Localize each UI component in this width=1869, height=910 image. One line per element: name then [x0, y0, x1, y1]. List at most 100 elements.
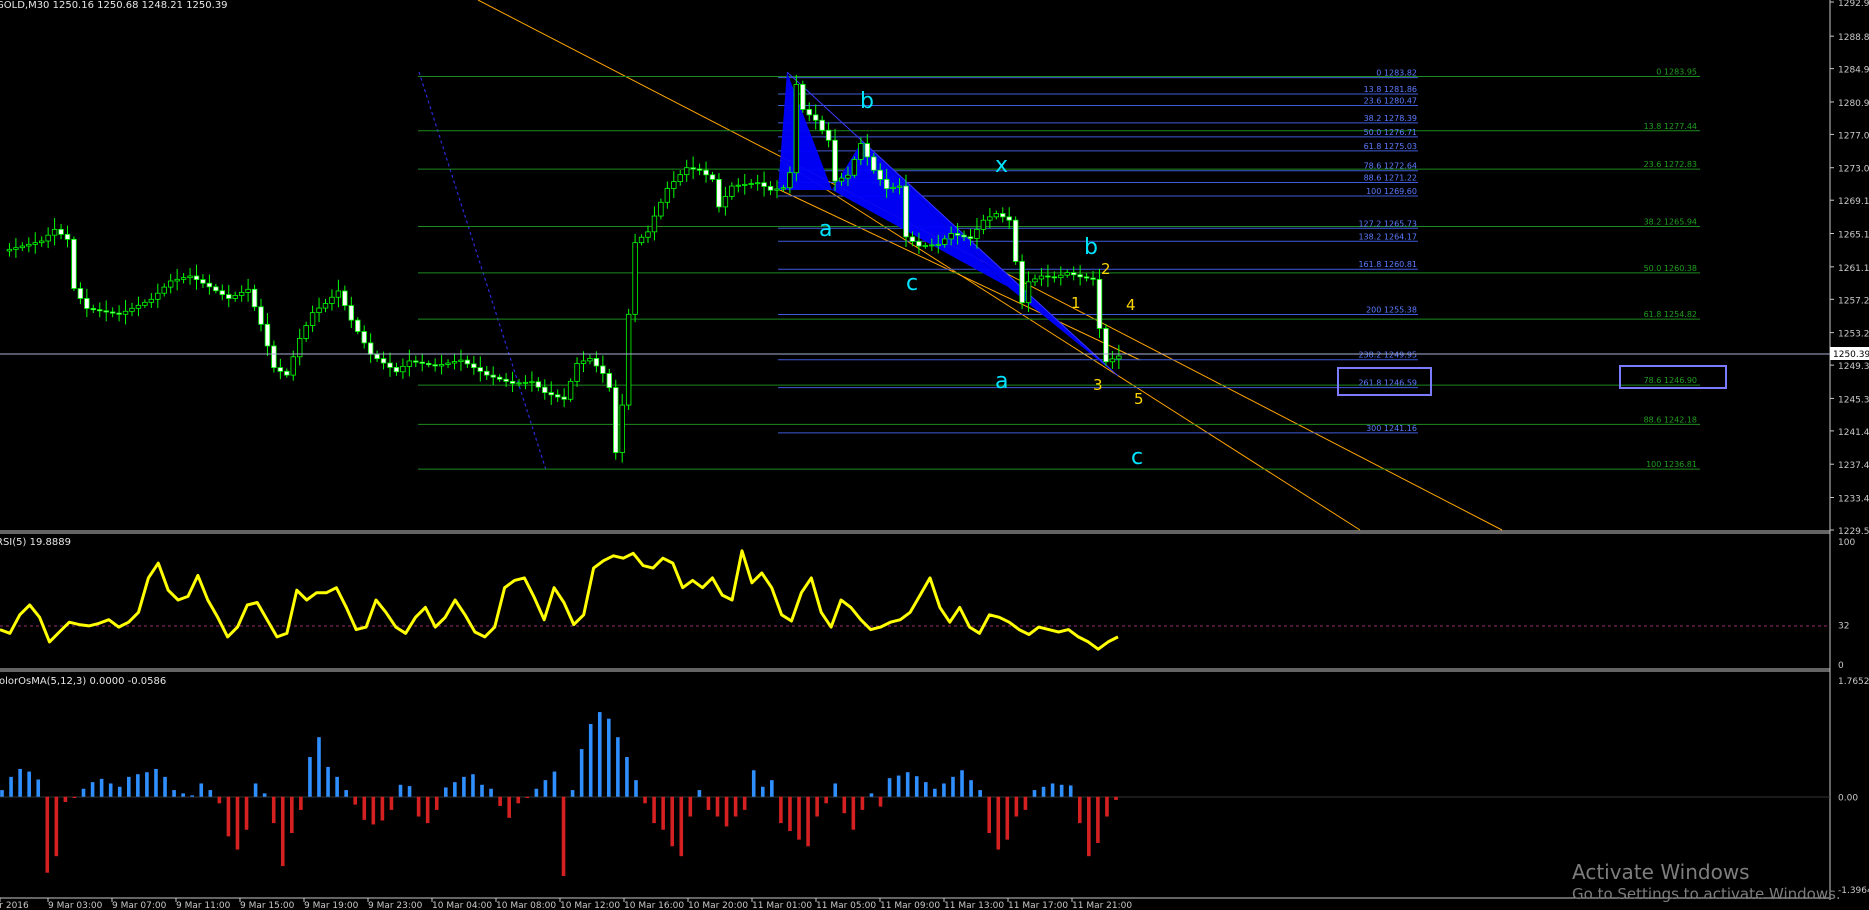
fib-near-label: 238.2 1249.95 — [1358, 351, 1417, 360]
candle-body-bear — [864, 143, 870, 158]
price-axis-label: 1269.10 — [1838, 197, 1869, 207]
candle-body-bull — [529, 381, 535, 384]
candle-body-bear — [903, 185, 909, 238]
fib-near-label: 13.8 1281.86 — [1364, 85, 1417, 94]
candle-body-bear — [561, 396, 567, 400]
time-axis-label: Mar 2016 — [0, 901, 29, 910]
candle-body-bear — [496, 376, 503, 380]
candle-body-bull — [787, 172, 793, 189]
candle-body-bull — [122, 310, 129, 315]
candle-body-bear — [387, 362, 393, 368]
candle-body-bull — [677, 174, 683, 183]
price-axis-label: 1249.30 — [1838, 362, 1869, 372]
candle-body-bear — [509, 380, 516, 384]
osma-bar-negative — [507, 796, 511, 818]
time-axis-label: 10 Mar 04:00 — [432, 901, 492, 910]
candle-body-bull — [754, 182, 761, 185]
candle-body-bull — [1109, 358, 1116, 363]
candle-body-bear — [606, 373, 612, 388]
candle-body-bear — [355, 319, 361, 332]
osma-bar-positive — [697, 790, 702, 797]
osma-bar-negative — [688, 796, 693, 817]
candle-body-bull — [516, 382, 522, 385]
osma-bar-negative — [860, 796, 865, 810]
candle-body-bear — [600, 365, 606, 374]
candle-body-bull — [651, 215, 658, 233]
osma-bar-positive — [1050, 783, 1055, 797]
candle-body-bull — [929, 244, 935, 247]
candle-body-bear — [432, 364, 438, 367]
osma-bar-positive — [1041, 786, 1046, 797]
candle-body-bull — [1025, 281, 1032, 304]
candle-body-bull — [684, 167, 690, 176]
osma-bar-positive — [335, 776, 339, 797]
osma-bar-positive — [978, 790, 982, 797]
osma-bar-positive — [108, 783, 113, 797]
candle-body-bear — [813, 114, 819, 121]
osma-bar-negative — [670, 796, 675, 847]
candle-body-bull — [451, 361, 458, 364]
rsi-axis-label: 32 — [1838, 622, 1849, 632]
fib-far-label: 13.8 1277.44 — [1644, 122, 1697, 131]
candle-body-bull — [922, 245, 929, 247]
wave-label-2: 2 — [1101, 260, 1111, 278]
trading-chart[interactable]: 0 1283.95 13.8 1277.44 23.6 1272.83 38.2 12… — [0, 0, 1869, 910]
osma-bar-positive — [117, 786, 122, 797]
candle-body-bull — [748, 183, 754, 185]
osma-bar-positive — [398, 784, 403, 797]
osma-bar-negative — [1014, 796, 1019, 817]
candle-body-bull — [26, 243, 32, 247]
candle-body-bull — [580, 360, 587, 364]
candle-body-bull — [638, 236, 645, 244]
osma-bar-positive — [163, 776, 167, 797]
candle-body-bear — [342, 290, 348, 306]
osma-bar-positive — [969, 780, 973, 797]
fib-near-label: 161.8 1260.81 — [1358, 260, 1417, 269]
candle-body-bear — [613, 387, 619, 453]
candle-body-bull — [632, 242, 638, 315]
candle-body-bear — [1000, 213, 1006, 218]
candle-body-bear — [1019, 261, 1025, 304]
osma-bar-positive — [1059, 784, 1064, 797]
time-axis-label: 11 Mar 21:00 — [1072, 901, 1132, 910]
candle-body-bear — [1083, 276, 1090, 279]
candle-body-bull — [245, 288, 251, 293]
osma-bar-positive — [597, 712, 602, 797]
fib-far-label: 23.6 1272.83 — [1644, 160, 1697, 169]
candle-body-bull — [161, 286, 167, 294]
wave-label-a2: a — [995, 369, 1008, 394]
candle-body-bull — [948, 233, 954, 240]
osma-bar-positive — [616, 737, 620, 797]
time-axis-label: 9 Mar 07:00 — [112, 901, 167, 910]
osma-bar-positive — [181, 793, 185, 797]
price-axis-label: 1261.10 — [1838, 264, 1869, 274]
osma-bar-negative — [416, 796, 421, 817]
osma-bar-positive — [588, 723, 593, 797]
candle-body-bear — [806, 109, 812, 116]
candle-body-bear — [471, 363, 477, 369]
osma-bar-positive — [262, 793, 267, 797]
candle-body-bull — [1038, 275, 1045, 280]
candle-body-bull — [6, 248, 13, 252]
osma-bar-negative — [72, 796, 77, 799]
osma-bar-positive — [326, 766, 330, 797]
time-axis-label: 11 Mar 05:00 — [816, 901, 876, 910]
fib-near-label: 88.6 1271.22 — [1364, 174, 1417, 183]
candle-body-bull — [180, 277, 187, 280]
candle-body-bull — [742, 183, 748, 186]
candle-body-bull — [335, 290, 342, 298]
osma-bar-positive — [208, 790, 213, 797]
main-chart-title: GOLD,M30 1250.16 1250.68 1248.21 1250.39 — [0, 0, 228, 11]
price-axis-label: 1233.40 — [1838, 495, 1869, 505]
time-axis-label: 11 Mar 13:00 — [944, 901, 1004, 910]
fib-far-label: 61.8 1254.82 — [1644, 310, 1697, 319]
osma-bar-negative — [226, 796, 231, 837]
osma-bar-positive — [90, 782, 95, 797]
candle-body-bull — [400, 365, 406, 373]
price-axis-label: 1292.90 — [1838, 0, 1869, 9]
osma-bar-negative — [878, 796, 883, 807]
candle-body-bear — [348, 305, 354, 321]
osma-bar-positive — [924, 782, 928, 797]
fib-far-label: 100 1236.81 — [1646, 460, 1697, 469]
rsi-axis-label: 100 — [1838, 538, 1855, 548]
